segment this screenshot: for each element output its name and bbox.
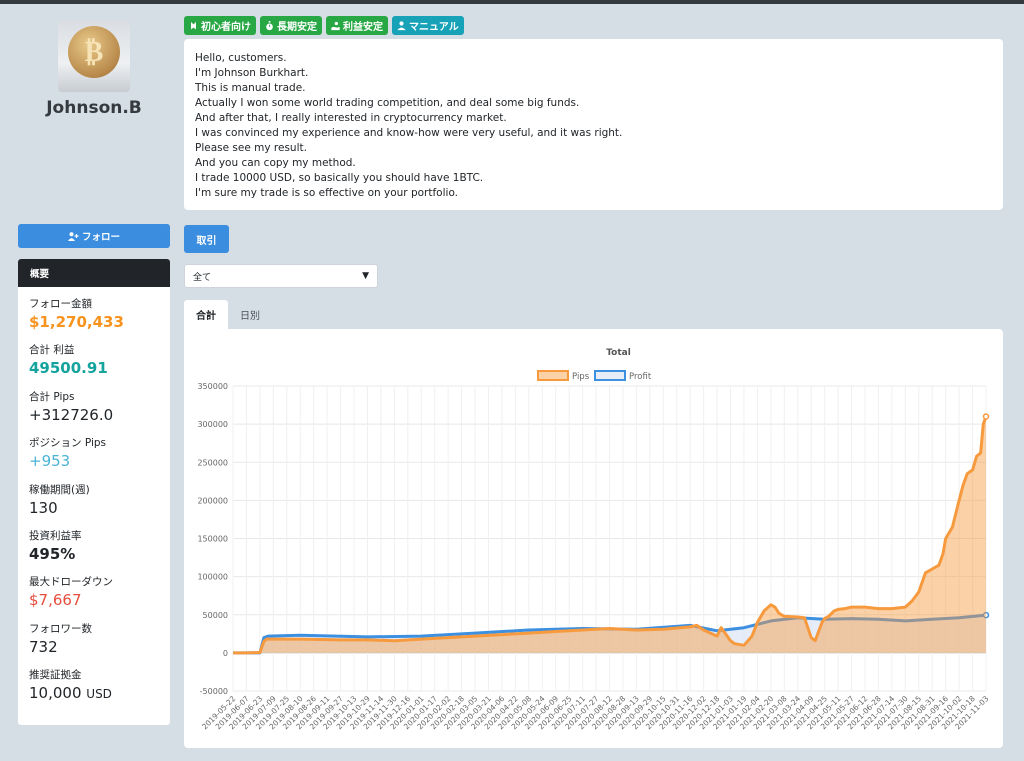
stat-label: フォロー金額 [29, 298, 92, 310]
tab-daily[interactable]: 日別 [228, 300, 272, 329]
description-line: I trade 10000 USD, so basically you shou… [195, 172, 484, 184]
y-tick-label: 250000 [197, 458, 228, 467]
chart-tabs: 合計 日別 [184, 300, 272, 329]
stat-total-pips: 合計 Pips +312726.0 [29, 390, 159, 436]
stat-label: ポジション Pips [29, 437, 106, 450]
stat-label: フォロワー数 [29, 622, 92, 635]
stat-position-pips: ポジション Pips +953 [29, 436, 159, 482]
stat-value: +953 [29, 452, 71, 471]
summary-title: 概要 [18, 259, 170, 287]
tag-label: 初心者向け [201, 22, 251, 33]
stat-follow-amount: フォロー金額 $1,270,433 [29, 297, 159, 343]
stat-value: +312726.0 [29, 405, 114, 424]
stat-label: 合計 Pips [29, 390, 75, 403]
filter-select-value: 全て [193, 272, 212, 283]
stopwatch-icon [266, 20, 273, 30]
description-line: Actually I won some world trading compet… [195, 97, 580, 109]
avatar: ₿ [58, 20, 130, 92]
description-line: And after that, I really interested in c… [195, 112, 507, 124]
description-line: I was convinced my experience and know-h… [195, 127, 623, 139]
tag-label: 長期安定 [277, 22, 317, 33]
tag-manual: マニュアル [392, 16, 464, 35]
tab-total[interactable]: 合計 [184, 300, 228, 329]
stat-value: $7,667 [29, 591, 82, 610]
legend-swatch [594, 370, 626, 381]
profile-description: Hello, customers. I'm Johnson Burkhart. … [184, 39, 1003, 210]
y-tick-label: 100000 [197, 573, 228, 582]
stat-label: 稼働期間(週) [29, 483, 90, 496]
stat-label: 最大ドローダウン [29, 576, 113, 589]
description-line: I'm Johnson Burkhart. [195, 67, 309, 79]
user-icon [397, 20, 406, 30]
stat-value-unit: USD [86, 687, 112, 702]
stat-total-profit: 合計 利益 49500.91 [29, 343, 159, 389]
description-line: And you can copy my method. [195, 157, 356, 169]
tag-long-term: 長期安定 [260, 16, 322, 35]
y-tick-label: 300000 [197, 420, 228, 429]
follow-button-label: フォロー [81, 232, 120, 243]
stat-active-weeks: 稼働期間(週) 130 [29, 483, 159, 529]
series-point-pips [982, 413, 990, 420]
y-tick-label: 350000 [197, 382, 228, 391]
user-plus-icon [67, 231, 79, 241]
username: Johnson.B [46, 98, 142, 118]
beginner-icon [191, 21, 196, 29]
hand-coin-icon [331, 21, 340, 30]
chevron-down-icon: ▼ [362, 271, 369, 281]
description-line: Please see my result. [195, 142, 307, 154]
y-tick-label: 200000 [197, 496, 228, 505]
stat-max-drawdown: 最大ドローダウン $7,667 [29, 575, 159, 621]
top-bar [0, 0, 1024, 4]
stat-label: 推奨証拠金 [29, 669, 82, 682]
y-tick-label: 0 [223, 649, 228, 658]
stat-value: 495% [29, 544, 76, 563]
stat-followers: フォロワー数 732 [29, 622, 159, 668]
description-line: This is manual trade. [195, 82, 306, 94]
tag-list: 初心者向け 長期安定 利益安定 マニュアル [184, 16, 464, 35]
stat-value: $1,270,433 [29, 313, 124, 331]
stat-label: 投資利益率 [29, 529, 82, 542]
tag-stable-profit: 利益安定 [326, 16, 388, 35]
stat-value: 732 [29, 637, 58, 656]
bitcoin-coin-icon: ₿ [68, 26, 120, 78]
stat-value: 130 [29, 498, 58, 517]
summary-stats: フォロー金額 $1,270,433 合計 利益 49500.91 合計 Pips… [18, 287, 170, 725]
legend-label: Profit [629, 372, 652, 382]
stat-value-number: 10,000 [29, 684, 82, 703]
chart-title: Total [606, 348, 631, 358]
chart-panel: Total Pips Profit 350000 300000 250000 200000 1… [184, 329, 1003, 748]
description-line: I'm sure my trade is so effective on you… [195, 187, 459, 199]
filter-select[interactable]: 全て ▼ [184, 264, 378, 288]
description-line: Hello, customers. [195, 52, 287, 64]
y-tick-label: 150000 [197, 535, 228, 544]
stat-value: 10,000 USD [29, 682, 159, 705]
tag-label: 利益安定 [343, 22, 383, 33]
stat-label: 合計 利益 [29, 344, 75, 357]
tag-label: マニュアル [409, 22, 459, 33]
legend-swatch [537, 370, 569, 381]
tag-beginner: 初心者向け [184, 16, 256, 35]
trade-button[interactable]: 取引 [184, 225, 229, 253]
y-tick-label: -50000 [200, 687, 228, 696]
stat-value: 49500.91 [29, 359, 108, 378]
legend-label: Pips [572, 372, 590, 382]
stat-roi: 投資利益率 495% [29, 529, 159, 575]
y-tick-label: 50000 [203, 611, 228, 620]
follow-button[interactable]: フォロー [18, 224, 170, 248]
stat-recommended-margin: 推奨証拠金 10,000 USD [29, 668, 159, 714]
total-chart: Total Pips Profit 350000 300000 250000 200000 1… [197, 348, 990, 731]
summary-card: 概要 フォロー金額 $1,270,433 合計 利益 49500.91 合計 P… [18, 259, 170, 725]
